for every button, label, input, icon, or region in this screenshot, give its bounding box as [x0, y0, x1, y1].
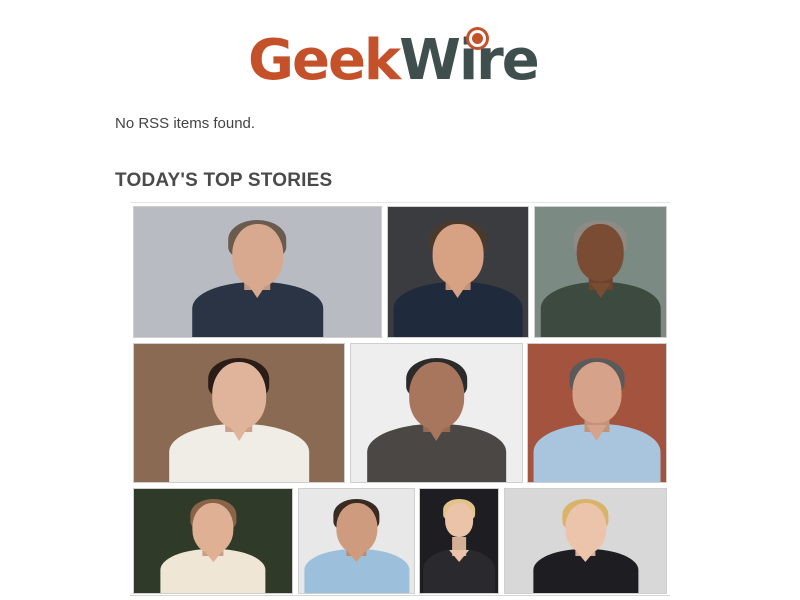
person-portrait [533, 344, 661, 482]
portrait-face [192, 502, 234, 553]
portrait-face [576, 223, 625, 282]
portrait-face [409, 361, 464, 429]
story-photo-4[interactable] [133, 343, 345, 483]
story-photo-9[interactable] [419, 488, 499, 594]
logo-signal-icon [469, 30, 486, 47]
person-portrait [303, 489, 410, 593]
story-photo-5[interactable] [350, 343, 523, 483]
story-photo-3[interactable] [534, 206, 667, 338]
story-photo-2[interactable] [387, 206, 529, 338]
portrait-face [444, 502, 474, 537]
story-photo-1[interactable] [133, 206, 382, 338]
portrait-collar [447, 283, 468, 298]
top-stories-photo-grid [130, 202, 670, 596]
story-photo-10[interactable] [504, 488, 667, 594]
logo-part-geek: Geek [248, 28, 401, 93]
story-photo-6[interactable] [527, 343, 667, 483]
portrait-collar [586, 424, 607, 441]
person-portrait [160, 489, 266, 593]
portrait-face [564, 502, 607, 553]
portrait-collar [449, 549, 469, 562]
person-portrait [393, 207, 523, 337]
portrait-face [572, 361, 622, 423]
top-stories-heading: TODAY'S TOP STORIES [115, 170, 333, 191]
portrait-collar [590, 283, 611, 298]
portrait-face [335, 502, 378, 553]
portrait-face [432, 223, 484, 286]
person-portrait [366, 344, 507, 482]
person-portrait [532, 489, 639, 593]
portrait-face [231, 223, 284, 287]
portrait-face [211, 361, 267, 429]
story-photo-8[interactable] [298, 488, 415, 594]
story-photo-7[interactable] [133, 488, 293, 594]
person-portrait [191, 207, 324, 337]
person-portrait [540, 207, 661, 337]
logo-wordmark: GeekWire [248, 32, 540, 90]
geekwire-logo[interactable]: GeekWire [248, 28, 552, 90]
rss-empty-message: No RSS items found. [115, 115, 256, 132]
person-portrait [423, 489, 495, 593]
person-portrait [169, 344, 309, 482]
